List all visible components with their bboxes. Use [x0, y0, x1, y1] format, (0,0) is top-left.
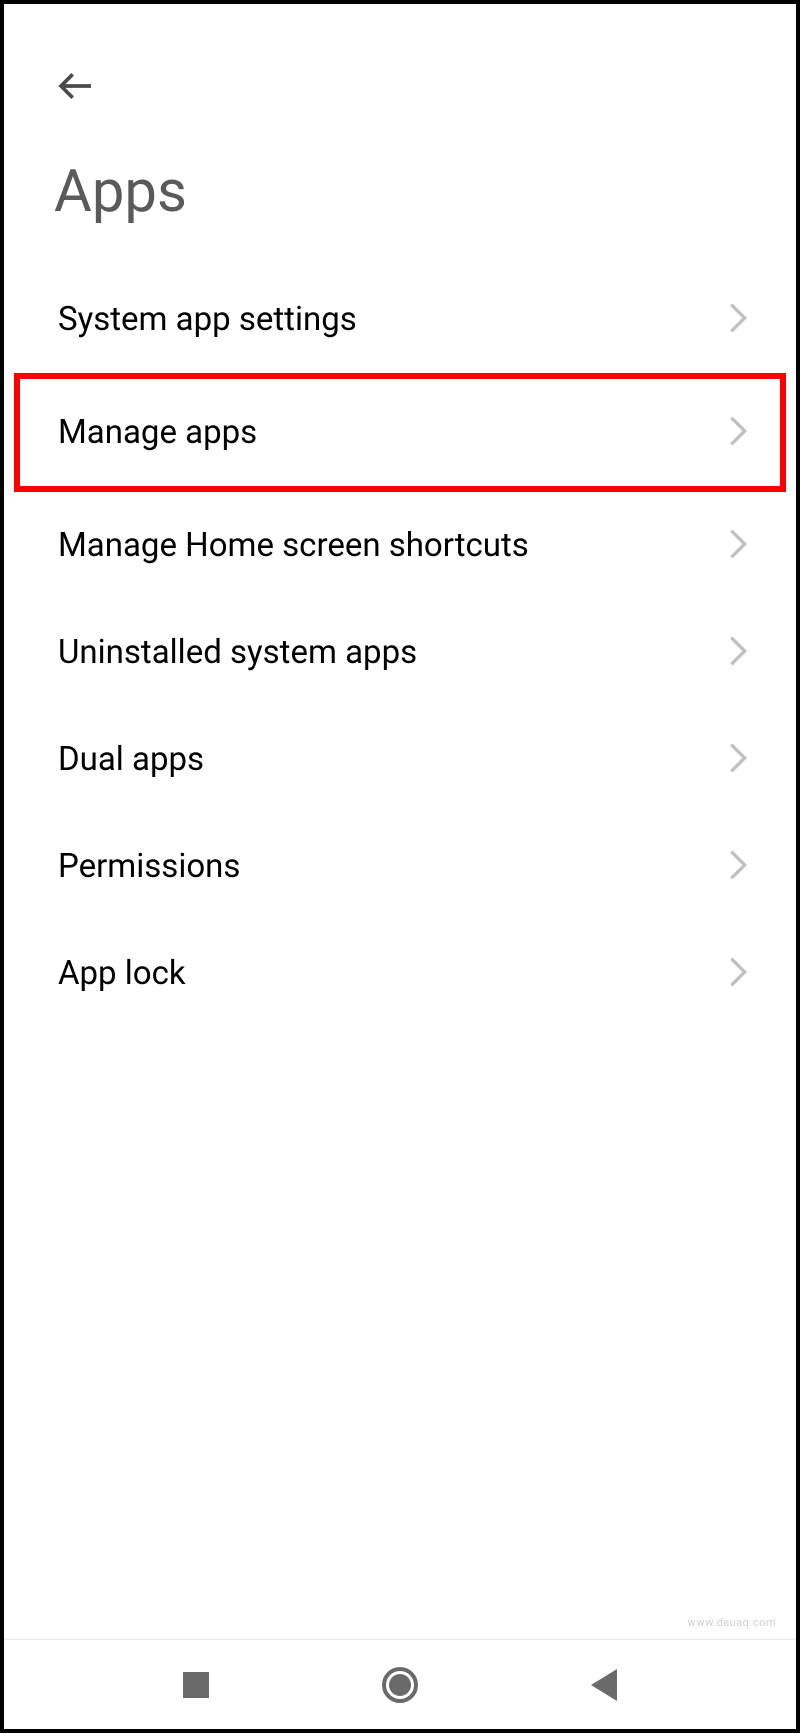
- list-item-app-lock[interactable]: App lock: [4, 920, 796, 1027]
- list-item-system-app-settings[interactable]: System app settings: [4, 266, 796, 373]
- list-item-label: Manage Home screen shortcuts: [58, 526, 529, 565]
- chevron-right-icon: [728, 414, 748, 452]
- chevron-right-icon: [728, 527, 748, 565]
- list-item-manage-apps[interactable]: Manage apps: [14, 373, 786, 492]
- square-icon: [183, 1672, 209, 1698]
- chevron-right-icon: [728, 301, 748, 339]
- back-button[interactable]: [54, 64, 98, 108]
- list-item-permissions[interactable]: Permissions: [4, 813, 796, 920]
- chevron-right-icon: [728, 634, 748, 672]
- list-item-dual-apps[interactable]: Dual apps: [4, 706, 796, 813]
- header: [4, 4, 796, 128]
- navigation-bar: [4, 1639, 796, 1729]
- list-item-label: System app settings: [58, 300, 357, 339]
- circle-icon: [382, 1667, 418, 1703]
- watermark: www.deuaq.com: [688, 1616, 776, 1629]
- triangle-left-icon: [591, 1669, 617, 1701]
- list-item-label: Dual apps: [58, 740, 204, 779]
- list-item-manage-home-shortcuts[interactable]: Manage Home screen shortcuts: [4, 492, 796, 599]
- list-item-label: Uninstalled system apps: [58, 633, 417, 672]
- list-item-label: App lock: [58, 954, 186, 993]
- nav-home-button[interactable]: [380, 1665, 420, 1705]
- arrow-left-icon: [56, 66, 96, 106]
- nav-recent-button[interactable]: [176, 1665, 216, 1705]
- list-item-label: Permissions: [58, 847, 240, 886]
- settings-list: System app settings Manage apps Manage H…: [4, 266, 796, 1027]
- chevron-right-icon: [728, 741, 748, 779]
- nav-back-button[interactable]: [584, 1665, 624, 1705]
- chevron-right-icon: [728, 955, 748, 993]
- list-item-uninstalled-system-apps[interactable]: Uninstalled system apps: [4, 599, 796, 706]
- list-item-label: Manage apps: [58, 413, 257, 452]
- page-title: Apps: [4, 128, 796, 266]
- chevron-right-icon: [728, 848, 748, 886]
